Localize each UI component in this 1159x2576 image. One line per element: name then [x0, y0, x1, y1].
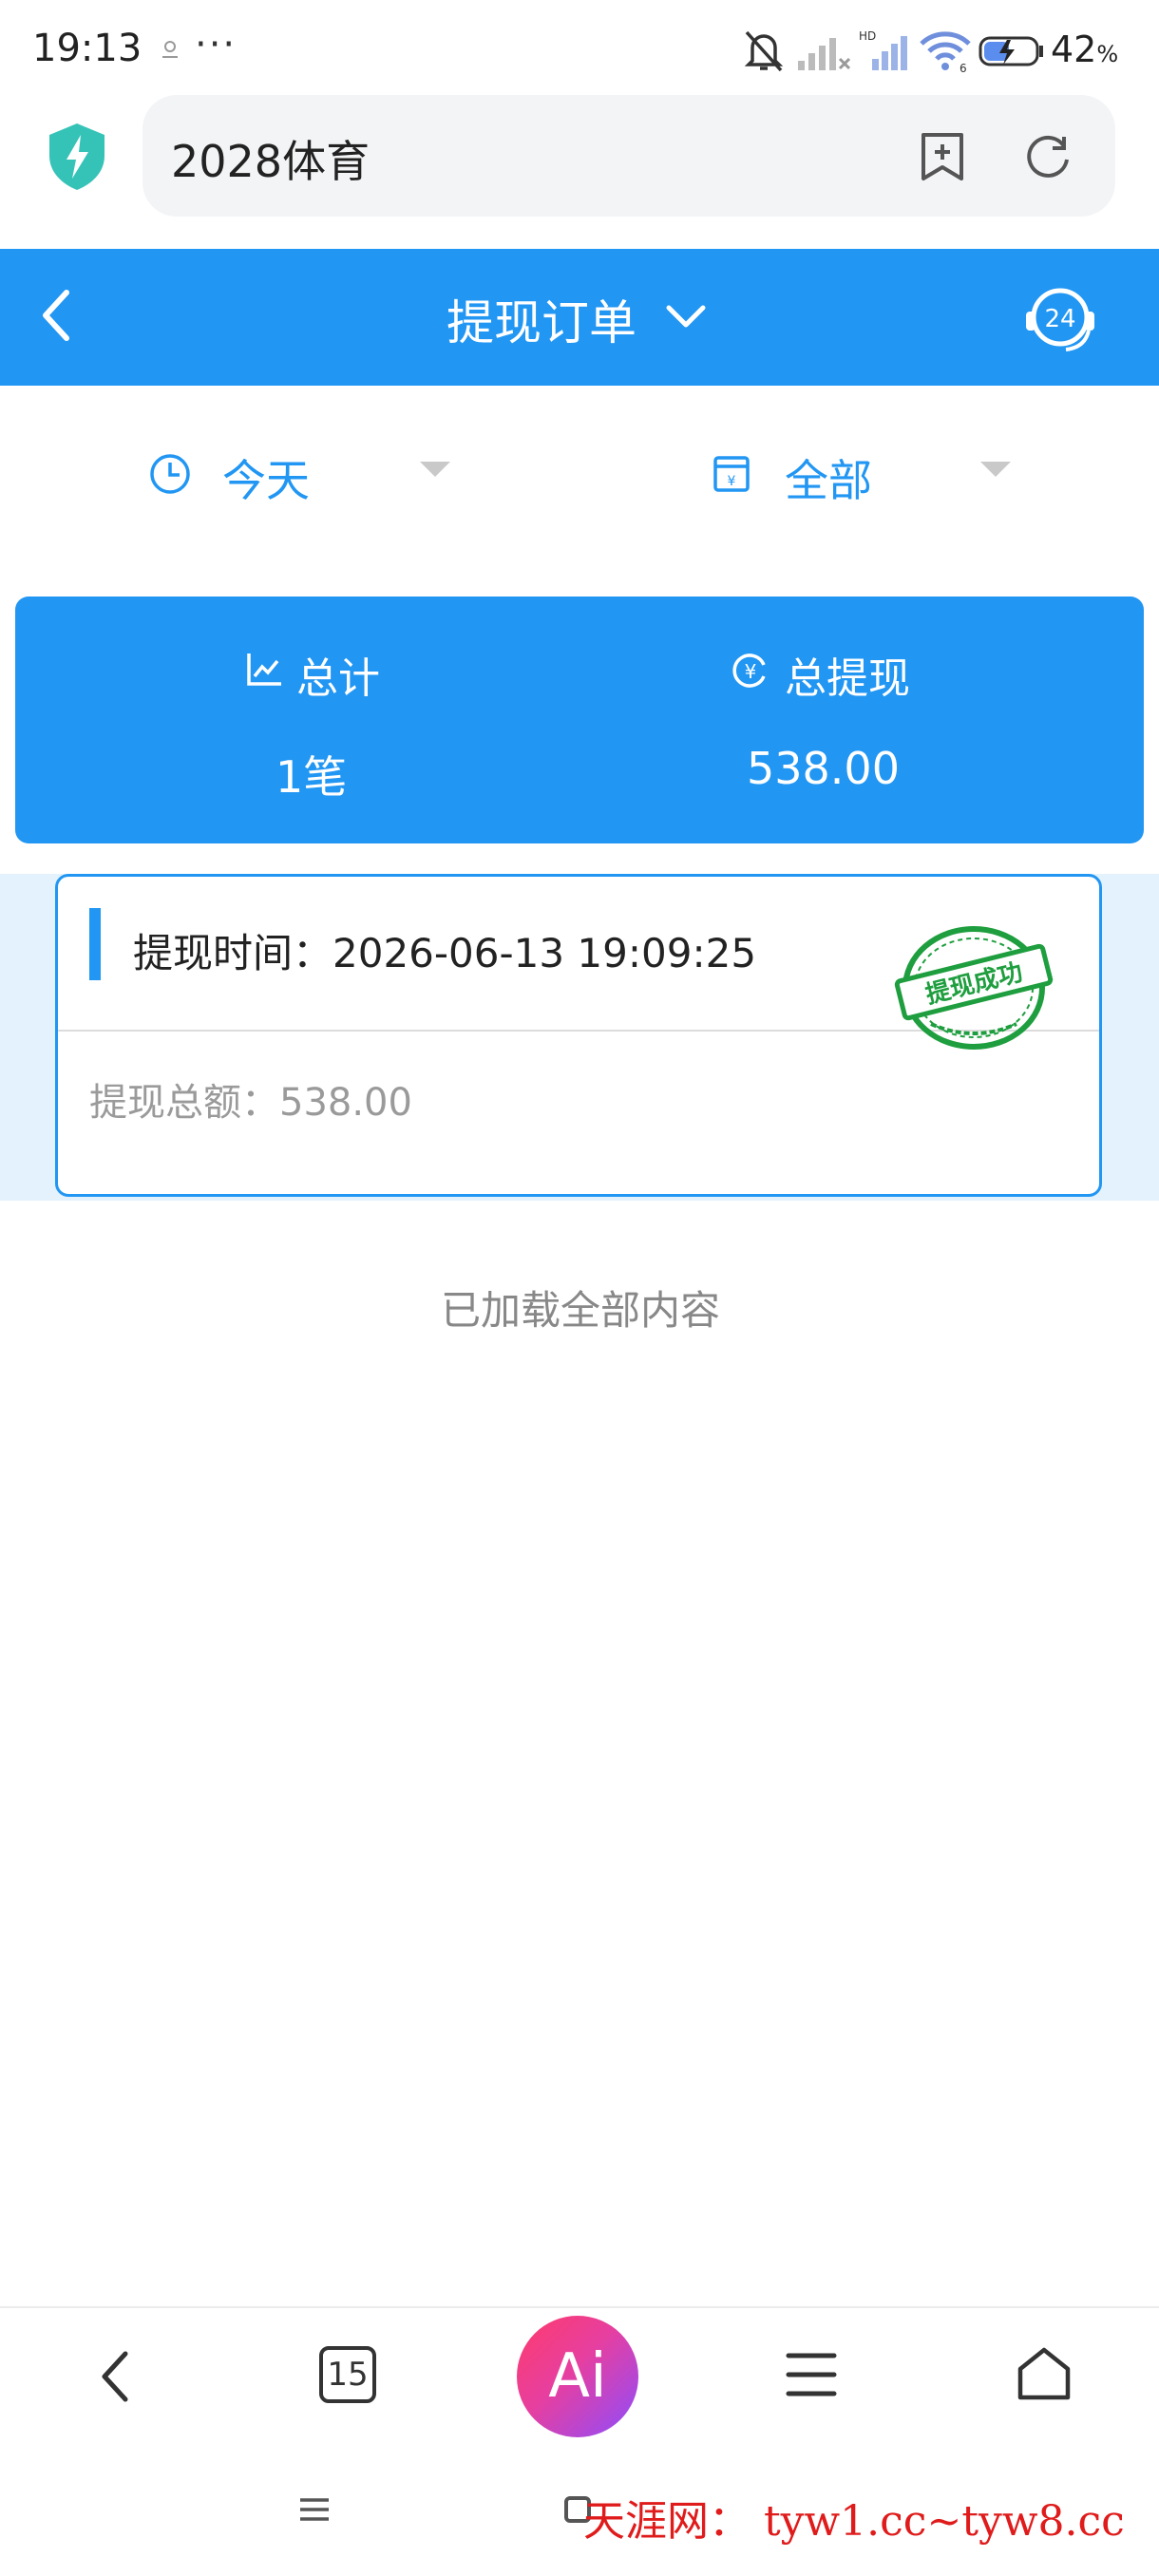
order-amount: 提现总额：538.00: [89, 1081, 412, 1125]
accent-bar: [89, 908, 101, 980]
refresh-icon[interactable]: [1022, 131, 1074, 182]
watermark-text: 天涯网： tyw1.cc~tyw8.cc: [583, 2497, 1125, 2546]
support-badge: 24: [1044, 305, 1075, 333]
chevron-down-icon[interactable]: [665, 298, 707, 334]
summary-card: [15, 597, 1144, 843]
nav-back-icon[interactable]: [95, 2346, 137, 2407]
home-icon[interactable]: [1015, 2344, 1074, 2403]
notification-icon: [162, 41, 178, 58]
back-icon[interactable]: [34, 285, 80, 346]
list-end-text: 已加载全部内容: [441, 1287, 721, 1334]
battery-percent: 42%: [1051, 28, 1119, 70]
caret-down-icon[interactable]: [980, 462, 1011, 477]
caret-down-icon[interactable]: [420, 462, 450, 477]
yen-coin-icon: ¥: [732, 653, 766, 688]
svg-text:¥: ¥: [728, 474, 736, 489]
bookmark-add-icon[interactable]: [918, 131, 967, 182]
line-chart-icon: [247, 653, 281, 686]
shield-icon[interactable]: [46, 122, 108, 192]
order-time: 提现时间：2026-06-13 19:09:25: [133, 930, 757, 976]
svg-text:¥: ¥: [745, 660, 757, 683]
menu-icon[interactable]: [785, 2350, 838, 2399]
signal-hd-icon: HD: [859, 29, 907, 70]
svg-text:HD: HD: [859, 29, 876, 43]
support-24-icon[interactable]: 24: [1022, 279, 1098, 355]
withdraw-total-label: 总提现: [785, 654, 910, 703]
ai-button[interactable]: Ai: [517, 2316, 638, 2437]
calendar-icon[interactable]: ¥: [711, 452, 752, 494]
status-more-icon: ···: [195, 23, 238, 66]
page-title[interactable]: 提现订单: [446, 285, 636, 353]
clock-icon[interactable]: [148, 452, 192, 496]
success-stamp-icon: 提现成功: [894, 926, 1054, 1050]
system-menu-icon[interactable]: [298, 2496, 331, 2523]
filter-type[interactable]: 全部: [785, 446, 872, 509]
total-label: 总计: [296, 654, 380, 703]
tabs-button[interactable]: 15: [319, 2346, 376, 2403]
mute-icon: [744, 30, 784, 72]
withdraw-total-value: 538.00: [747, 743, 900, 794]
wifi-icon: 6: [920, 31, 971, 74]
svg-text:6: 6: [960, 62, 967, 74]
signal-icon: [798, 38, 851, 70]
battery-icon: [978, 36, 1043, 66]
address-text[interactable]: 2028体育: [171, 127, 370, 190]
filter-date[interactable]: 今天: [222, 446, 310, 509]
status-time: 19:13: [32, 27, 142, 70]
total-value: 1笔: [276, 751, 348, 803]
